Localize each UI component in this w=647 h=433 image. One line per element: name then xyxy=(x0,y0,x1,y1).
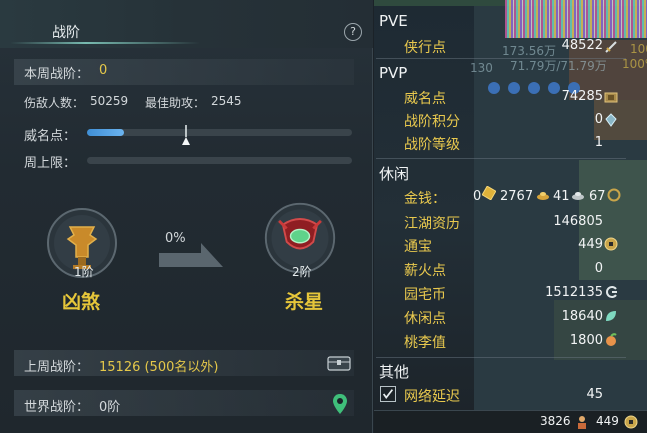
prestige-token-icon xyxy=(604,92,618,103)
weekly-cap-progress-bar xyxy=(87,157,352,164)
location-pin-icon[interactable] xyxy=(332,393,348,415)
prestige-progress-fill xyxy=(87,129,125,136)
enemies-label: 伤敌人数： xyxy=(24,96,85,110)
world-rank-value: 0阶 xyxy=(99,400,121,415)
section-divider xyxy=(376,158,626,159)
leisure-item-value: 18640 xyxy=(561,309,603,324)
treasure-chest-icon[interactable] xyxy=(327,355,351,372)
pvp-item-label: 战阶等级 xyxy=(404,137,460,153)
current-rank-name: 凶煞 xyxy=(62,291,101,313)
bg-hud-text-2: 100 xyxy=(630,42,647,56)
prestige-label: 威名点： xyxy=(24,129,77,144)
assist-label: 最佳助攻： xyxy=(145,96,206,110)
weekly-cap-marker-icon xyxy=(182,125,190,145)
panel-title: 战阶 xyxy=(52,25,80,41)
sword-icon xyxy=(605,41,617,53)
bg-hud-text-4: 71.79万/71.79万 xyxy=(510,59,607,73)
estate-coin-icon xyxy=(606,286,617,298)
progress-arrow-icon xyxy=(159,243,223,267)
pvp-item-value: 74285 xyxy=(561,89,603,104)
latency-value: 45 xyxy=(586,387,603,402)
prestige-progress-bar xyxy=(87,129,352,136)
panel-header: 战阶 ? xyxy=(0,0,373,48)
last-week-value: 15126 (500名以外) xyxy=(99,360,219,375)
help-button[interactable]: ? xyxy=(344,23,362,41)
bottom-status-bar: 3826 449 xyxy=(374,410,647,433)
money-gold-value: 0 xyxy=(473,189,482,204)
war-rank-panel: 战阶 ? 本周战阶： 0 伤敌人数： 50259 最佳助攻： 2545 威名点：… xyxy=(0,0,373,433)
next-rank-number: 2阶 xyxy=(292,265,312,279)
leisure-item-label: 江湖资历 xyxy=(404,216,460,232)
character-icon xyxy=(578,416,586,429)
other-section-title: 其他 xyxy=(379,363,410,381)
bottom-coin-icon xyxy=(624,415,638,429)
bottom-value-2: 449 xyxy=(596,414,619,428)
leisure-item-label: 薪火点 xyxy=(404,263,446,279)
next-rank-name: 杀星 xyxy=(285,291,324,313)
leisure-item-value: 146805 xyxy=(553,214,603,229)
bg-hud-text-5: 100% xyxy=(622,57,647,71)
section-divider xyxy=(376,357,626,358)
pvp-item-label: 威名点 xyxy=(404,91,446,107)
pvp-item-value: 1 xyxy=(594,135,603,150)
money-silver1-value: 2767 xyxy=(500,189,534,204)
title-underline xyxy=(10,42,200,44)
leisure-item-label: 通宝 xyxy=(404,239,432,255)
bg-hud-text-3: 130 xyxy=(470,61,493,75)
leisure-section-title: 休闲 xyxy=(379,165,410,183)
enemies-value: 50259 xyxy=(90,94,129,108)
leisure-item-value: 1512135 xyxy=(545,285,603,300)
leaf-icon xyxy=(606,311,616,321)
leisure-item-label: 休闲点 xyxy=(404,311,446,327)
silver-coin-icon xyxy=(572,192,584,200)
money-copper-value: 67 xyxy=(589,189,606,204)
pve-item-label: 侠行点 xyxy=(404,40,446,56)
assist-value: 2545 xyxy=(211,94,242,108)
tongbao-coin-icon xyxy=(604,237,618,251)
section-divider xyxy=(376,58,626,59)
money-label: 金钱： xyxy=(404,191,446,207)
money-silver2-value: 41 xyxy=(553,189,570,204)
gold-ingot-icon xyxy=(482,186,496,200)
leisure-item-label: 桃李值 xyxy=(404,335,446,351)
weekly-rank-value: 0 xyxy=(99,63,108,78)
leisure-item-label: 园宅币 xyxy=(404,287,446,303)
current-rank-number: 1阶 xyxy=(74,265,94,279)
copper-coin-icon xyxy=(607,188,621,202)
latency-checkbox[interactable] xyxy=(380,386,396,402)
weekly-rank-label: 本周战阶： xyxy=(24,67,90,82)
last-week-label: 上周战阶： xyxy=(24,360,90,375)
pvp-item-label: 战阶积分 xyxy=(404,114,460,130)
leisure-item-value: 0 xyxy=(594,261,603,276)
weekly-cap-label: 周上限： xyxy=(24,156,77,171)
checkmark-icon xyxy=(382,389,394,399)
bottom-value-1: 3826 xyxy=(540,414,571,428)
silver-ingot-icon xyxy=(537,192,549,200)
currency-panel: 173.56万 100 130 71.79万/71.79万 100% PVE 侠… xyxy=(374,0,647,433)
peach-icon xyxy=(606,333,617,346)
leisure-item-value: 449 xyxy=(578,237,603,252)
leisure-item-value: 1800 xyxy=(569,333,603,348)
world-rank-label: 世界战阶： xyxy=(24,400,90,415)
scene-overlay xyxy=(505,0,647,38)
latency-label: 网络延迟 xyxy=(404,389,460,405)
rank-crystal-icon xyxy=(605,113,617,127)
pve-section-title: PVE xyxy=(379,12,408,30)
pvp-item-value: 0 xyxy=(594,112,603,127)
pvp-section-title: PVP xyxy=(379,64,408,82)
pve-item-value: 48522 xyxy=(561,38,603,53)
